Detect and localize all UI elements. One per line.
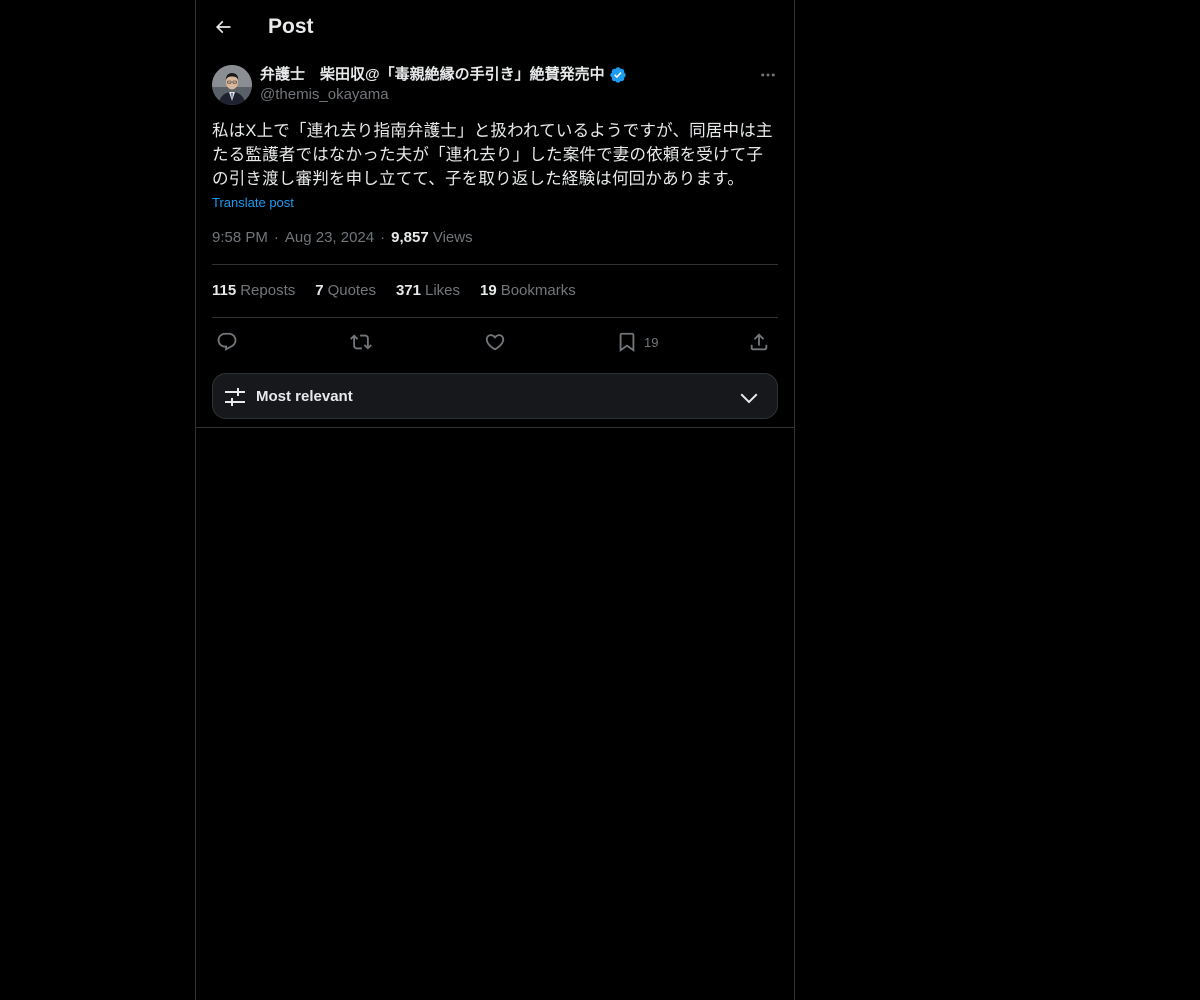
post-text: 私はX上で「連れ去り指南弁護士」と扱われているようですが、同居中は主たる監護者で… xyxy=(212,122,773,188)
divider xyxy=(196,427,794,428)
divider xyxy=(212,317,778,318)
repost-button[interactable] xyxy=(350,329,372,355)
stat-count: 19 xyxy=(480,282,497,299)
post-time[interactable]: 9:58 PM xyxy=(212,229,268,246)
avatar-photo-icon xyxy=(212,65,252,105)
more-options-button[interactable] xyxy=(754,64,782,86)
stat-label: Bookmarks xyxy=(500,282,576,299)
more-dots-icon xyxy=(761,73,775,77)
author-name-text: 弁護士 柴田収@「毒親絶縁の手引き」絶賛発売中 xyxy=(260,66,605,83)
post-meta: 9:58 PM · Aug 23, 2024 · 9,857 Views xyxy=(212,227,473,249)
stat-count: 115 xyxy=(212,282,237,299)
views-label: Views xyxy=(432,229,473,246)
reply-icon xyxy=(217,332,237,351)
reply-button[interactable] xyxy=(216,329,238,355)
chevron-down-icon xyxy=(740,393,758,404)
post-column: Post 弁護士 柴田収@「毒親絶縁の手引き」絶賛発売中 @themis_oka… xyxy=(195,0,795,1000)
bookmark-icon xyxy=(619,332,635,353)
meta-separator: · xyxy=(273,229,279,246)
stat-count: 371 xyxy=(395,282,421,299)
stat-label: Reposts xyxy=(240,282,296,299)
author-handle[interactable]: @themis_okayama xyxy=(260,85,389,105)
likes-stat[interactable]: 371 Likes xyxy=(396,280,460,302)
reply-sort-dropdown[interactable]: Most relevant xyxy=(212,373,778,419)
share-button[interactable] xyxy=(748,329,770,355)
avatar[interactable] xyxy=(212,65,252,105)
share-icon xyxy=(750,333,768,351)
engagement-stats: 115 Reposts 7 Quotes 371 Likes 19 Bookmarks xyxy=(212,280,576,302)
bookmarks-stat[interactable]: 19 Bookmarks xyxy=(480,280,576,302)
reposts-stat[interactable]: 115 Reposts xyxy=(212,280,295,302)
bookmark-count: 19 xyxy=(644,334,659,350)
views-count: 9,857 xyxy=(391,229,429,246)
translate-post-link[interactable]: Translate post xyxy=(212,193,294,213)
sort-label: Most relevant xyxy=(256,388,353,405)
quotes-stat[interactable]: 7 Quotes xyxy=(315,280,376,302)
stat-count: 7 xyxy=(315,282,324,299)
stat-label: Quotes xyxy=(327,282,376,299)
post-date[interactable]: Aug 23, 2024 xyxy=(285,229,374,246)
bookmark-button[interactable]: 19 xyxy=(616,329,658,355)
divider xyxy=(212,264,778,265)
stat-label: Likes xyxy=(424,282,461,299)
page-title: Post xyxy=(268,15,314,38)
back-button[interactable] xyxy=(208,10,238,44)
post-header: Post xyxy=(196,0,794,54)
back-arrow-icon xyxy=(215,20,231,34)
sliders-icon xyxy=(225,388,245,406)
action-bar: 19 xyxy=(212,326,778,358)
repost-icon xyxy=(350,334,372,350)
heart-icon xyxy=(485,334,505,351)
verified-badge-icon[interactable] xyxy=(609,66,627,84)
author-name[interactable]: 弁護士 柴田収@「毒親絶縁の手引き」絶賛発売中 xyxy=(260,64,627,86)
meta-separator: · xyxy=(380,229,386,246)
like-button[interactable] xyxy=(484,329,506,355)
